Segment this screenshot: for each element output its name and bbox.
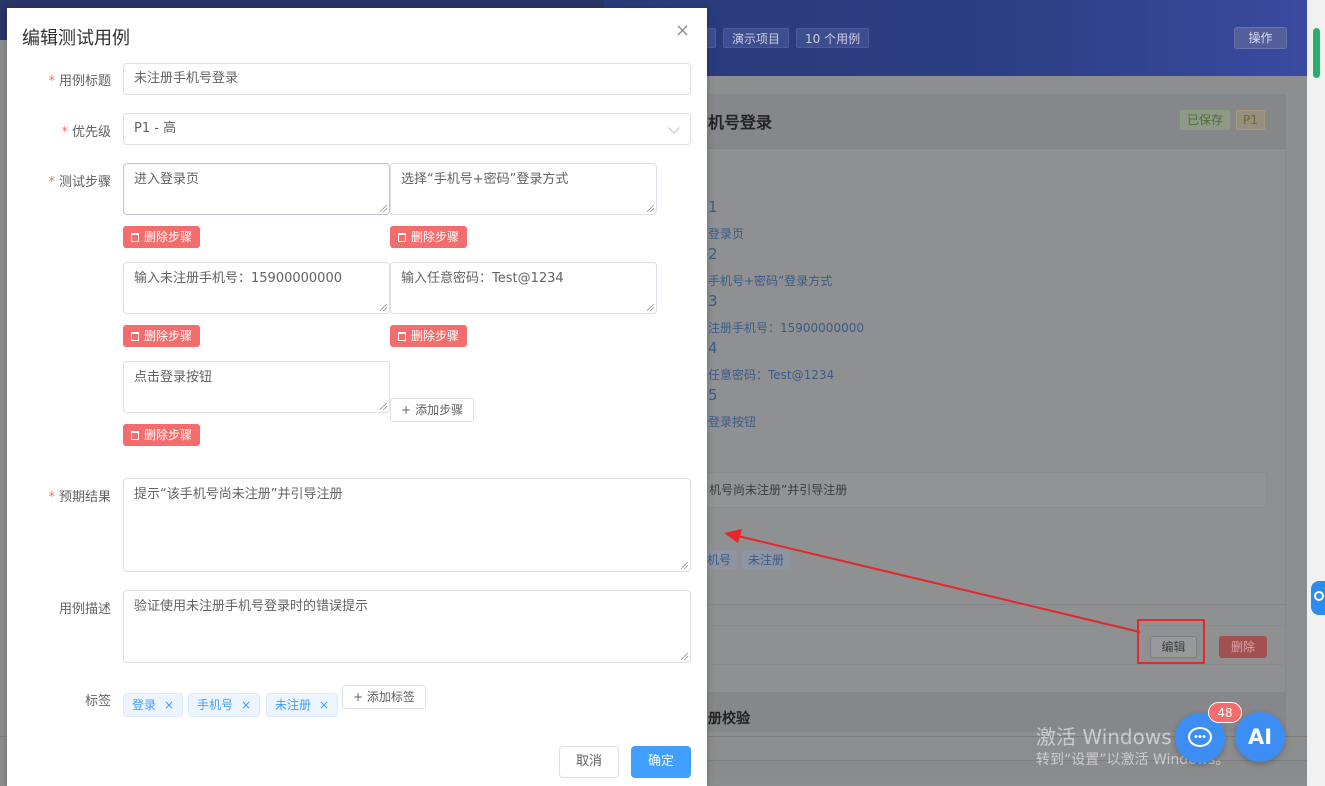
- cancel-button[interactable]: 取消: [559, 746, 619, 778]
- step-number: 1: [708, 198, 718, 216]
- priority-value: P1 - 高: [134, 121, 177, 136]
- windows-watermark-title: 激活 Windows: [1036, 725, 1172, 749]
- close-icon[interactable]: ×: [675, 20, 690, 41]
- step-input[interactable]: 点击登录按钮: [123, 361, 390, 413]
- title-label: * 用例标题: [48, 74, 111, 89]
- edit-case-dialog: 编辑测试用例 × * 用例标题 未注册手机号登录 * 优先级 P1 - 高 * 测试步…: [7, 8, 707, 786]
- plus-icon: +: [401, 403, 412, 417]
- annotation-highlight-box: [1137, 619, 1205, 664]
- scrollbar-track[interactable]: [1307, 0, 1325, 786]
- tags-label: 标签: [84, 694, 111, 709]
- confirm-button[interactable]: 确定: [631, 746, 691, 778]
- steps-label: * 测试步骤: [48, 175, 111, 190]
- tag-item: 未注册 ×: [266, 693, 339, 717]
- header-chip-project: 演示项目: [723, 28, 790, 48]
- priority-badge: P1: [1236, 110, 1265, 130]
- trash-icon: [131, 332, 139, 341]
- header-operation-button[interactable]: 操作: [1234, 27, 1287, 49]
- scrollbar-thumb[interactable]: [1313, 28, 1320, 78]
- step-text: 登录按钮: [708, 415, 757, 429]
- close-icon[interactable]: ×: [164, 698, 174, 712]
- close-icon[interactable]: ×: [241, 698, 251, 712]
- delete-button[interactable]: 删除: [1219, 636, 1267, 658]
- step-text: 注册手机号：15900000000: [708, 321, 864, 335]
- step-input[interactable]: 进入登录页: [123, 163, 390, 215]
- step-number: 5: [708, 386, 718, 404]
- priority-label: * 优先级: [61, 125, 111, 140]
- delete-step-button[interactable]: 删除步骤: [390, 226, 468, 248]
- expected-label: * 预期结果: [48, 490, 111, 505]
- tag-chip: 未注册: [741, 550, 792, 570]
- step-number: 3: [708, 292, 718, 310]
- chat-unread-badge: 48: [1208, 702, 1242, 723]
- next-case-title: 册校验: [708, 711, 750, 727]
- description-input[interactable]: 验证使用未注册手机号登录时的错误提示: [123, 590, 691, 663]
- title-input[interactable]: 未注册手机号登录: [123, 63, 691, 95]
- trash-icon: [131, 233, 139, 242]
- delete-step-button[interactable]: 删除步骤: [123, 226, 201, 248]
- step-input[interactable]: 选择“手机号+密码”登录方式: [390, 163, 657, 215]
- case-title: 机号登录: [708, 113, 773, 132]
- priority-select[interactable]: P1 - 高: [123, 113, 691, 145]
- step-number: 2: [708, 245, 718, 263]
- step-input[interactable]: 输入任意密码：Test@1234: [390, 262, 657, 314]
- chevron-down-icon: [668, 122, 680, 134]
- tag-item: 登录 ×: [123, 693, 184, 717]
- delete-step-button[interactable]: 删除步骤: [390, 325, 468, 347]
- expected-result-input[interactable]: 提示“该手机号尚未注册”并引导注册: [123, 478, 691, 572]
- trash-icon: [398, 332, 406, 341]
- step-text: 任意密码：Test@1234: [708, 368, 835, 382]
- divider: [700, 604, 1286, 605]
- close-icon[interactable]: ×: [319, 698, 329, 712]
- delete-step-button[interactable]: 删除步骤: [123, 424, 201, 446]
- step-text: 手机号+密码”登录方式: [708, 274, 833, 288]
- add-tag-button[interactable]: + 添加标签: [342, 685, 426, 709]
- link-icon: [1314, 591, 1324, 601]
- dialog-title: 编辑测试用例: [22, 28, 130, 49]
- add-step-button[interactable]: + 添加步骤: [390, 398, 475, 422]
- ai-assistant-button[interactable]: AI: [1235, 712, 1285, 762]
- trash-icon: [398, 233, 406, 242]
- side-helper-tab[interactable]: [1311, 581, 1325, 615]
- delete-step-button[interactable]: 删除步骤: [123, 325, 201, 347]
- step-number: 4: [708, 339, 718, 357]
- saved-status-badge: 已保存: [1180, 110, 1231, 130]
- trash-icon: [131, 431, 139, 440]
- header-chip-count: 10 个用例: [796, 28, 870, 48]
- step-text: 登录页: [708, 227, 745, 241]
- chat-dots-icon: [1194, 735, 1206, 738]
- description-label: 用例描述: [58, 602, 111, 617]
- tag-item: 手机号 ×: [188, 693, 261, 717]
- step-input[interactable]: 输入未注册手机号：15900000000: [123, 262, 390, 314]
- expected-result-box: 机号尚未注册”并引导注册: [700, 472, 1267, 508]
